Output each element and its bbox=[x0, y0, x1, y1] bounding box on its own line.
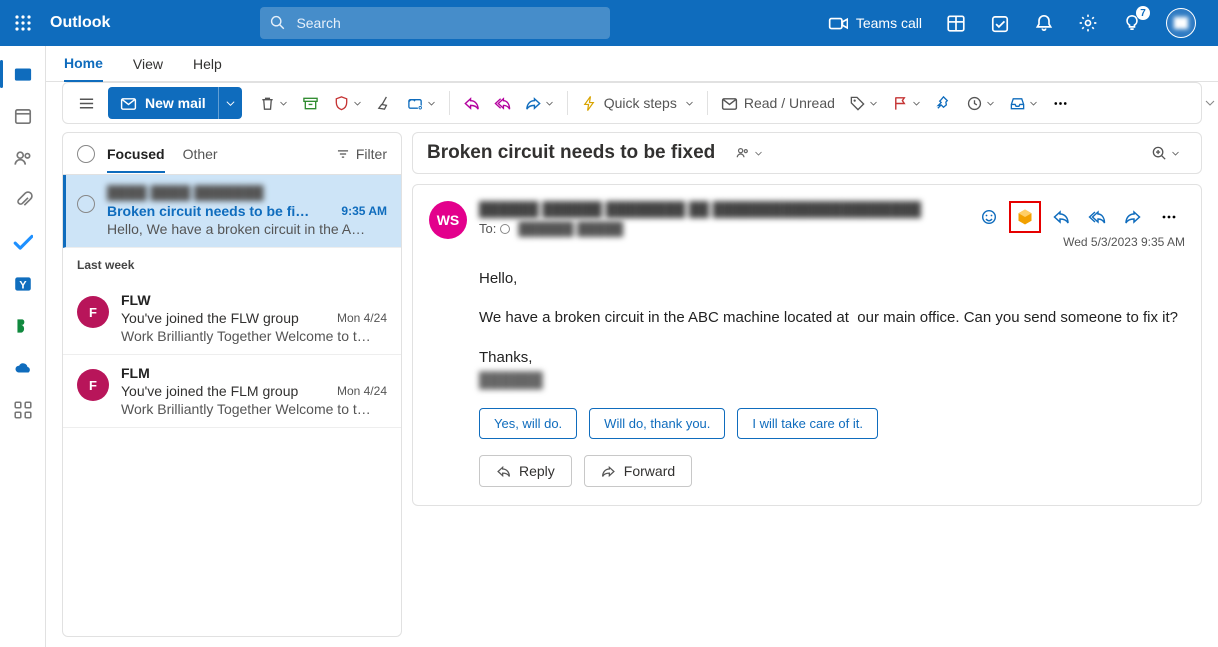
sender-avatar: F bbox=[77, 369, 109, 401]
tab-help[interactable]: Help bbox=[193, 46, 222, 82]
suggested-reply[interactable]: I will take care of it. bbox=[737, 408, 878, 439]
message-subject: Broken circuit needs to be fi… bbox=[107, 203, 331, 219]
delete-button[interactable] bbox=[252, 87, 295, 119]
addin-hex-icon[interactable] bbox=[1009, 201, 1041, 233]
search-box[interactable] bbox=[260, 7, 610, 39]
react-icon[interactable] bbox=[973, 201, 1005, 233]
tips-badge: 7 bbox=[1136, 6, 1150, 20]
message-item[interactable]: F FLM You've joined the FLM group Mon 4/2… bbox=[63, 355, 401, 428]
rail-bookings-icon[interactable] bbox=[5, 308, 41, 344]
quick-steps-button[interactable]: Quick steps bbox=[574, 87, 701, 119]
svg-text:Y: Y bbox=[19, 279, 27, 291]
presence-icon bbox=[500, 224, 510, 234]
app-launcher[interactable] bbox=[0, 0, 46, 46]
group-header: Last week bbox=[63, 248, 401, 282]
rail-todo-icon[interactable] bbox=[5, 224, 41, 260]
meet-now-icon[interactable] bbox=[934, 0, 978, 46]
message-list: Focused Other Filter ████ ████ ███████ B… bbox=[62, 132, 402, 637]
message-sender: FLM bbox=[121, 365, 150, 381]
forward-button[interactable] bbox=[518, 87, 561, 119]
categorize-button[interactable] bbox=[842, 87, 885, 119]
ribbon-expand-icon[interactable] bbox=[1204, 96, 1216, 112]
message-time: 9:35 AM bbox=[341, 204, 387, 218]
msg-reply-icon[interactable] bbox=[1045, 201, 1077, 233]
message-preview: Work Brilliantly Together Welcome to t… bbox=[121, 401, 387, 417]
message-time: Mon 4/24 bbox=[337, 311, 387, 325]
pin-button[interactable] bbox=[928, 87, 959, 119]
message-sender: ████ ████ ███████ bbox=[107, 185, 264, 201]
message-timestamp: Wed 5/3/2023 9:35 AM bbox=[1063, 235, 1185, 249]
message-checkbox[interactable] bbox=[77, 195, 95, 213]
ribbon-more-button[interactable] bbox=[1045, 87, 1076, 119]
forward-action-button[interactable]: Forward bbox=[584, 455, 692, 487]
suggested-reply[interactable]: Will do, thank you. bbox=[589, 408, 725, 439]
message-item[interactable]: F FLW You've joined the FLW group Mon 4/2… bbox=[63, 282, 401, 355]
message-body: Hello, We have a broken circuit in the A… bbox=[479, 267, 1179, 392]
message-subject: You've joined the FLW group bbox=[121, 310, 327, 326]
message-time: Mon 4/24 bbox=[337, 384, 387, 398]
teams-chat-icon[interactable] bbox=[727, 137, 770, 169]
reply-button[interactable] bbox=[456, 87, 487, 119]
tab-other[interactable]: Other bbox=[183, 146, 218, 162]
msg-more-icon[interactable] bbox=[1153, 201, 1185, 233]
message-preview: Hello, We have a broken circuit in the A… bbox=[107, 221, 387, 237]
message-item[interactable]: ████ ████ ███████ Broken circuit needs t… bbox=[63, 175, 401, 248]
rail-more-apps-icon[interactable] bbox=[5, 392, 41, 428]
msg-reply-all-icon[interactable] bbox=[1081, 201, 1113, 233]
snooze-button[interactable] bbox=[959, 87, 1002, 119]
tips-icon[interactable]: 7 bbox=[1110, 0, 1154, 46]
tab-view[interactable]: View bbox=[133, 46, 163, 82]
account-avatar[interactable]: ██ bbox=[1154, 0, 1218, 46]
to-label: To: bbox=[479, 221, 496, 236]
suggested-reply[interactable]: Yes, will do. bbox=[479, 408, 577, 439]
read-unread-button[interactable]: Read / Unread bbox=[714, 87, 842, 119]
msg-forward-icon[interactable] bbox=[1117, 201, 1149, 233]
from-name: ██████ ██████ ████████ ██ ██████████████… bbox=[479, 201, 921, 217]
filter-button[interactable]: Filter bbox=[336, 146, 387, 162]
new-mail-split[interactable] bbox=[218, 87, 242, 119]
rail-onedrive-icon[interactable] bbox=[5, 350, 41, 386]
reply-all-button[interactable] bbox=[487, 87, 518, 119]
from-avatar: WS bbox=[429, 201, 467, 239]
my-day-icon[interactable] bbox=[978, 0, 1022, 46]
rail-files-icon[interactable] bbox=[5, 182, 41, 218]
move-to-button[interactable] bbox=[400, 87, 443, 119]
sweep-button[interactable] bbox=[369, 87, 400, 119]
tab-focused[interactable]: Focused bbox=[107, 146, 165, 173]
new-mail-button[interactable]: New mail bbox=[108, 87, 242, 119]
rail-yammer-icon[interactable]: Y bbox=[5, 266, 41, 302]
message-sender: FLW bbox=[121, 292, 151, 308]
reading-subject: Broken circuit needs to be fixed bbox=[427, 142, 715, 164]
rail-people-icon[interactable] bbox=[5, 140, 41, 176]
settings-icon[interactable] bbox=[1066, 0, 1110, 46]
sender-avatar: F bbox=[77, 296, 109, 328]
reply-action-button[interactable]: Reply bbox=[479, 455, 572, 487]
ribbon: New mail Quick steps Read / Unread bbox=[62, 82, 1202, 124]
reading-header: Broken circuit needs to be fixed bbox=[412, 132, 1202, 174]
notifications-icon[interactable] bbox=[1022, 0, 1066, 46]
message-preview: Work Brilliantly Together Welcome to t… bbox=[121, 328, 387, 344]
tab-home[interactable]: Home bbox=[64, 46, 103, 82]
rail-calendar-icon[interactable] bbox=[5, 98, 41, 134]
to-name: ██████ █████ bbox=[518, 221, 623, 236]
select-all-checkbox[interactable] bbox=[77, 145, 95, 163]
report-button[interactable] bbox=[326, 87, 369, 119]
search-input[interactable] bbox=[296, 15, 600, 31]
reading-body: WS ██████ ██████ ████████ ██ ███████████… bbox=[412, 184, 1202, 506]
teams-call[interactable]: Teams call bbox=[816, 0, 934, 46]
ribbon-hamburger-icon[interactable] bbox=[71, 87, 102, 119]
rail-mail-icon[interactable] bbox=[5, 56, 41, 92]
message-subject: You've joined the FLM group bbox=[121, 383, 327, 399]
left-rail: Y bbox=[0, 46, 46, 647]
flag-button[interactable] bbox=[885, 87, 928, 119]
archive-button[interactable] bbox=[295, 87, 326, 119]
brand-label: Outlook bbox=[50, 14, 110, 32]
print-button[interactable] bbox=[1002, 87, 1045, 119]
zoom-button[interactable] bbox=[1144, 137, 1187, 169]
